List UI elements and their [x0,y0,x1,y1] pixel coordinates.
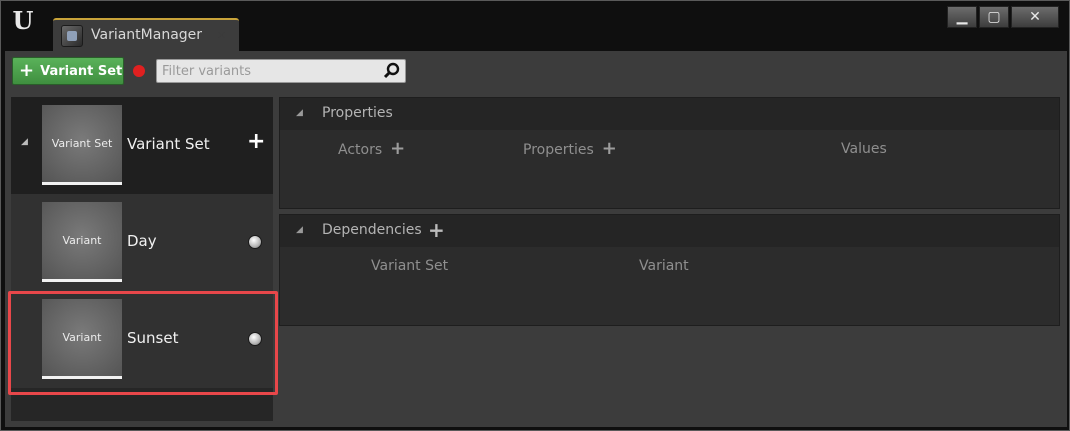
dependencies-header[interactable]: ◢ Dependencies + [280,215,1059,247]
tab-variant-manager[interactable]: VariantManager ✕ [53,18,239,52]
properties-section: ◢ Properties Actors + Properties + Values [279,97,1060,209]
filter-variants-input[interactable] [157,60,377,82]
activate-variant-radio[interactable] [248,235,262,249]
search-icon[interactable] [383,62,401,80]
actors-label: Actors [338,142,383,158]
dependencies-title: Dependencies [322,222,422,238]
collapse-triangle-icon[interactable]: ◢ [21,137,28,147]
tab-title: VariantManager [91,27,203,43]
record-dot-icon[interactable] [133,65,145,77]
variant-manager-icon [61,25,83,47]
variant-manager-content: + Variant Set ◢ Variant Set Variant Set … [5,51,1067,427]
variant-set-thumbnail: Variant Set [42,105,122,185]
minimize-button[interactable]: ▁ [947,6,977,28]
add-actor-plus-icon[interactable]: + [390,138,405,159]
variant-set-label: Variant Set [127,135,210,153]
close-button[interactable]: ✕ [1011,6,1059,28]
variant-tree-panel: ◢ Variant Set Variant Set + Variant Day … [11,97,273,421]
variant-set-row[interactable]: ◢ Variant Set Variant Set + [11,97,273,194]
add-variant-set-label: Variant Set [40,63,123,79]
dependency-variant-set-column-header: Variant Set [371,258,449,274]
properties-header[interactable]: ◢ Properties [280,98,1059,130]
collapse-triangle-icon[interactable]: ◢ [296,108,303,118]
variant-label: Day [127,232,157,250]
dependency-variant-column-header: Variant [639,258,689,274]
variant-label: Sunset [127,329,179,347]
properties-label: Properties [523,142,594,158]
add-variant-set-button[interactable]: + Variant Set [12,57,124,85]
variant-manager-window: U VariantManager ✕ ▁ ▢ ✕ + Variant Set ◢… [0,0,1070,431]
maximize-button[interactable]: ▢ [979,6,1009,28]
collapse-triangle-icon[interactable]: ◢ [296,225,303,235]
filter-variants-search[interactable] [156,59,406,83]
variant-thumbnail: Variant [42,299,122,379]
window-controls: ▁ ▢ ✕ [947,6,1059,28]
properties-column-header: Properties + [523,138,617,159]
actors-column-header: Actors + [338,138,405,159]
variant-thumbnail: Variant [42,202,122,282]
dependencies-section: ◢ Dependencies + Variant Set Variant [279,214,1060,326]
unreal-logo-icon: U [12,6,34,35]
add-property-plus-icon[interactable]: + [602,138,617,159]
tab-close-icon[interactable]: ✕ [217,29,226,42]
properties-title: Properties [322,105,393,121]
add-dependency-plus-icon[interactable]: + [428,218,445,242]
activate-variant-radio[interactable] [248,332,262,346]
plus-icon: + [19,60,35,81]
variant-row-sunset[interactable]: Variant Sunset [11,291,273,388]
values-column-header: Values [841,141,887,157]
add-variant-plus-icon[interactable]: + [247,129,265,154]
variant-row-day[interactable]: Variant Day [11,194,273,291]
